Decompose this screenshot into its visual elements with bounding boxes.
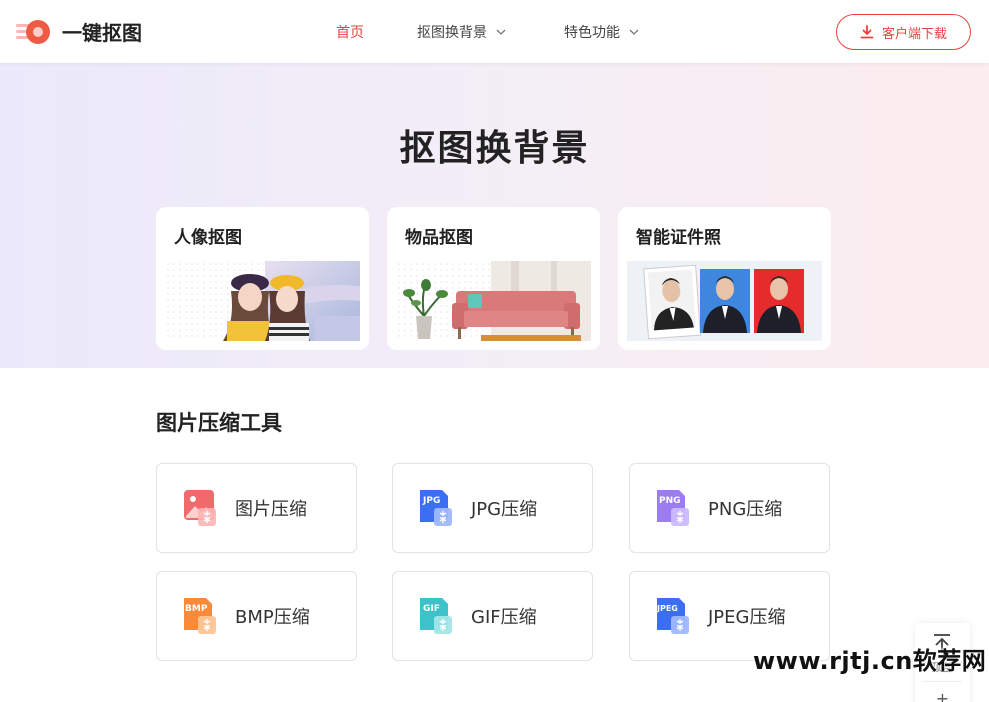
tool-gif-compress-label: GIF压缩 [471, 607, 537, 628]
tool-png-compress-label: PNG压缩 [708, 499, 783, 520]
nav-home[interactable]: 首页 [336, 22, 364, 42]
tool-bmp-compress[interactable]: BMP BMP压缩 [156, 571, 357, 661]
bmp-compress-icon: BMP [182, 596, 218, 636]
card-smart-id-photo-title: 智能证件照 [636, 228, 721, 248]
svg-text:JPEG: JPEG [656, 604, 678, 613]
svg-text:BMP: BMP [185, 604, 208, 614]
logo[interactable]: 一键抠图 [16, 17, 142, 46]
jpg-compress-icon: JPG [418, 488, 454, 528]
nav-cutout-background[interactable]: 抠图换背景 [417, 22, 507, 42]
tool-gif-compress[interactable]: GIF GIF压缩 [392, 571, 593, 661]
object-sample-image [396, 261, 591, 341]
svg-text:GIF: GIF [423, 604, 440, 614]
png-compress-icon: PNG [655, 488, 691, 528]
tool-jpg-compress-label: JPG压缩 [471, 499, 538, 520]
portrait-sample-image [165, 261, 360, 341]
svg-text:PNG: PNG [659, 496, 681, 506]
tool-jpg-compress[interactable]: JPG JPG压缩 [392, 463, 593, 553]
card-smart-id-photo[interactable]: 智能证件照 [618, 207, 831, 350]
compress-tools-title: 图片压缩工具 [156, 411, 282, 435]
gif-compress-icon: GIF [418, 596, 454, 636]
download-icon [860, 25, 874, 39]
divider [923, 681, 962, 682]
tool-image-compress-label: 图片压缩 [235, 499, 307, 520]
card-portrait-cutout-title: 人像抠图 [174, 228, 242, 248]
tool-image-compress[interactable]: 图片压缩 [156, 463, 357, 553]
tool-bmp-compress-label: BMP压缩 [235, 607, 310, 628]
chevron-down-icon [496, 29, 506, 35]
client-download-label: 客户端下载 [881, 26, 947, 42]
tool-png-compress[interactable]: PNG PNG压缩 [629, 463, 830, 553]
hero-title: 抠图换背景 [399, 128, 590, 169]
nav-features[interactable]: 特色功能 [564, 22, 640, 42]
expand-button[interactable]: + [915, 689, 970, 702]
id-photo-sample-image [627, 261, 822, 341]
svg-text:JPG: JPG [422, 496, 440, 506]
logo-icon [16, 18, 52, 46]
logo-text: 一键抠图 [62, 21, 142, 45]
jpeg-compress-icon: JPEG [655, 596, 691, 636]
hero-section: 抠图换背景 人像抠图 物品抠图 智能证件照 [0, 63, 989, 368]
chevron-down-icon [629, 29, 639, 35]
card-object-cutout[interactable]: 物品抠图 [387, 207, 600, 350]
card-object-cutout-title: 物品抠图 [405, 228, 473, 248]
top-header: 一键抠图 首页 抠图换背景 特色功能 客户端下载 [0, 0, 989, 63]
nav-home-label: 首页 [336, 25, 364, 41]
site-watermark: www.rjtj.cn软荐网 [753, 647, 987, 675]
card-portrait-cutout[interactable]: 人像抠图 [156, 207, 369, 350]
nav-cutout-background-label: 抠图换背景 [417, 25, 487, 41]
nav-features-label: 特色功能 [564, 25, 620, 41]
tool-jpeg-compress-label: JPEG压缩 [708, 607, 786, 628]
client-download-button[interactable]: 客户端下载 [836, 14, 971, 50]
image-compress-icon [182, 488, 218, 528]
